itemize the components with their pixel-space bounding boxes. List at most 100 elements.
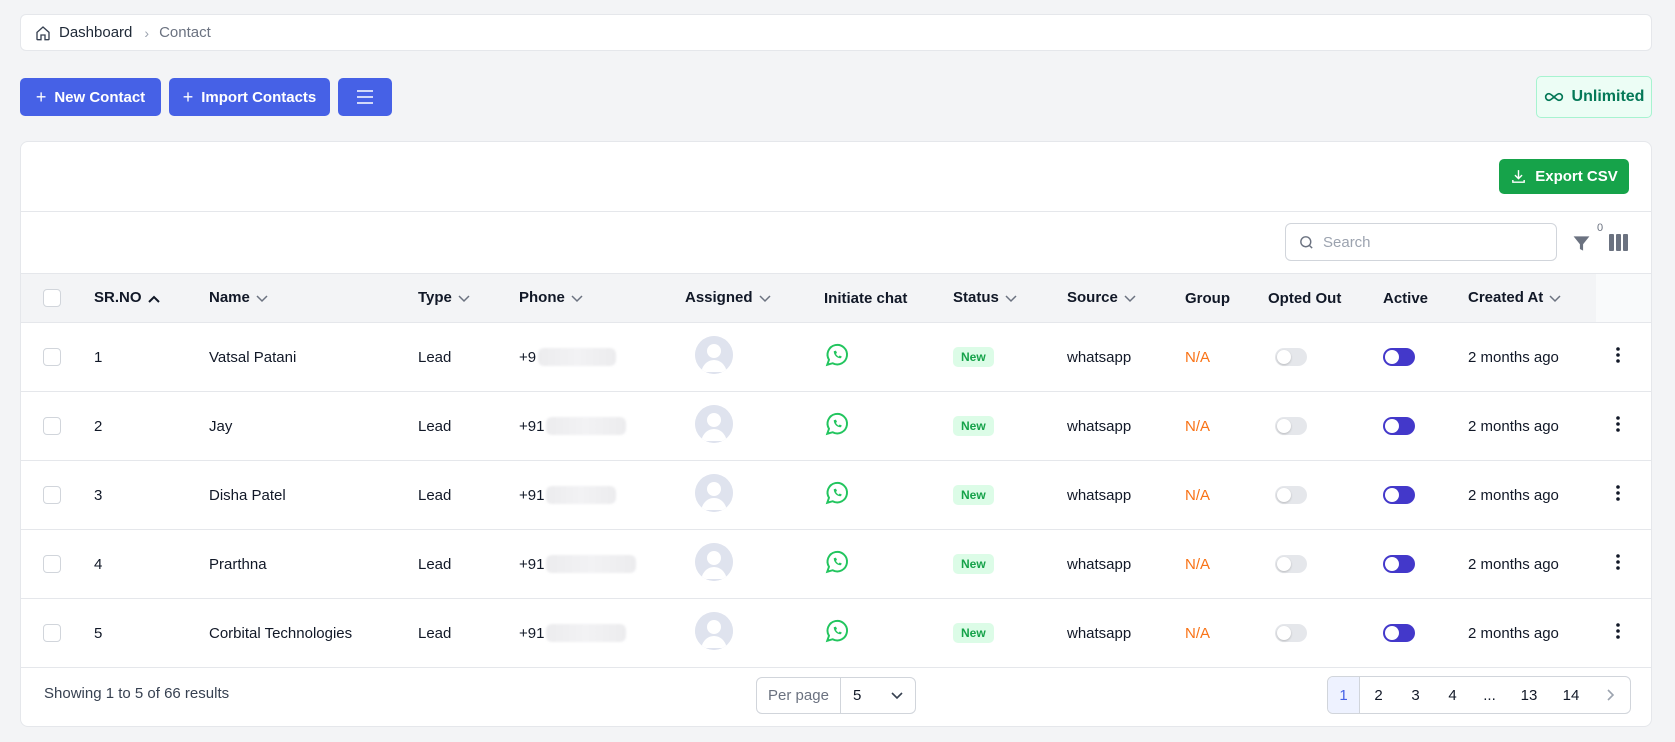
opted-out-toggle[interactable] [1275,486,1307,505]
table-row: 3 Disha Patel Lead +91 New whatsapp N/A 2 month… [21,461,1651,530]
cell-status: New [943,461,1057,530]
whatsapp-icon[interactable] [824,549,850,575]
opted-out-toggle[interactable] [1275,348,1307,367]
search-input[interactable] [1323,233,1543,251]
page-13-button[interactable]: 13 [1508,677,1550,713]
select-all-checkbox[interactable] [43,289,61,308]
table-footer: Showing 1 to 5 of 66 results Per page 5 … [21,664,1651,726]
actions-header [1596,273,1651,323]
table-header-row: SR.NO Name Type Phone Assigned Initiate … [21,273,1651,323]
cell-opted-out [1258,530,1373,599]
opted-out-toggle[interactable] [1275,555,1307,574]
menu-button[interactable] [338,78,392,116]
active-toggle[interactable] [1383,624,1415,643]
row-checkbox[interactable] [43,624,61,643]
cell-group: N/A [1175,461,1258,530]
page-2-button[interactable]: 2 [1360,677,1397,713]
more-vertical-icon[interactable] [1616,416,1620,436]
column-header[interactable]: Name [199,274,408,323]
cell-initiate-chat [814,461,943,530]
columns-icon[interactable] [1609,234,1628,251]
sort-asc-icon [147,290,160,307]
cell-name: Prarthna [209,555,267,573]
cell-status: New [943,323,1057,392]
cell-created: 2 months ago [1468,555,1559,573]
toolbar: + New Contact + Import Contacts Unlimite… [20,76,1652,118]
search-icon [1300,235,1313,249]
column-header[interactable]: Status [943,274,1057,323]
column-header[interactable]: Type [408,274,509,323]
page-14-button[interactable]: 14 [1550,677,1592,713]
cell-group: N/A [1175,392,1258,461]
cell-assigned [675,530,814,599]
cell-opted-out [1258,461,1373,530]
row-checkbox[interactable] [43,555,61,574]
avatar [695,405,733,443]
import-contacts-label: Import Contacts [201,88,317,106]
cell-sr: 2 [94,417,103,435]
breadcrumb-home-label: Dashboard [59,24,133,41]
per-page-select[interactable]: Per page 5 [756,677,916,714]
cell-actions [1596,530,1651,599]
breadcrumb-home[interactable]: Dashboard [35,24,132,41]
opted-out-toggle[interactable] [1275,624,1307,643]
page-1-button[interactable]: 1 [1328,677,1360,713]
import-contacts-button[interactable]: + Import Contacts [169,78,330,116]
chevron-down-icon [458,290,470,307]
column-header[interactable]: Assigned [675,274,814,323]
active-toggle[interactable] [1383,486,1415,505]
phone-prefix: +91 [519,624,545,642]
avatar [695,612,733,650]
column-header[interactable]: Source [1057,274,1175,323]
filter-icon[interactable] [1572,234,1591,253]
whatsapp-icon[interactable] [824,618,850,644]
active-toggle[interactable] [1383,417,1415,436]
cell-actions [1596,461,1651,530]
column-header[interactable]: SR.NO [84,274,199,323]
active-toggle[interactable] [1383,348,1415,367]
contacts-table: SR.NO Name Type Phone Assigned Initiate … [21,273,1651,668]
whatsapp-icon[interactable] [824,342,850,368]
cell-actions [1596,599,1651,668]
cell-active [1373,392,1458,461]
more-vertical-icon[interactable] [1616,347,1620,367]
row-select-cell [21,392,84,461]
more-vertical-icon[interactable] [1616,485,1620,505]
per-page-value[interactable]: 5 [841,687,915,704]
more-vertical-icon[interactable] [1616,623,1620,643]
cell-phone: +91 [509,461,675,530]
row-checkbox[interactable] [43,486,61,505]
active-toggle[interactable] [1383,555,1415,574]
export-csv-button[interactable]: Export CSV [1499,159,1629,194]
cell-source: whatsapp [1067,555,1132,573]
opted-out-toggle[interactable] [1275,417,1307,436]
whatsapp-icon[interactable] [824,480,850,506]
cell-sr: 5 [94,624,103,642]
avatar-placeholder-icon [695,612,733,650]
row-checkbox[interactable] [43,417,61,436]
chevron-down-icon [256,290,268,307]
column-header[interactable]: Created At [1458,274,1596,323]
avatar [695,336,733,374]
cell-opted-out [1258,599,1373,668]
table-row: 2 Jay Lead +91 New whatsapp N/A 2 months ago [21,392,1651,461]
new-contact-button[interactable]: + New Contact [20,78,161,116]
row-checkbox[interactable] [43,348,61,367]
column-header[interactable]: Phone [509,274,675,323]
cell-name: Disha Patel [209,486,286,504]
phone-prefix: +91 [519,555,545,573]
page-3-button[interactable]: 3 [1397,677,1434,713]
cell-opted-out [1258,392,1373,461]
cell-actions [1596,323,1651,392]
chevron-down-icon [1005,290,1017,307]
cell-type: Lead [418,555,452,573]
cell-name: Jay [209,417,233,435]
more-vertical-icon[interactable] [1616,554,1620,574]
infinity-icon [1544,92,1563,102]
avatar [695,474,733,512]
whatsapp-icon[interactable] [824,411,850,437]
next-page-button[interactable] [1592,677,1630,713]
cell-type: Lead [418,624,452,642]
avatar [695,543,733,581]
page-4-button[interactable]: 4 [1434,677,1471,713]
